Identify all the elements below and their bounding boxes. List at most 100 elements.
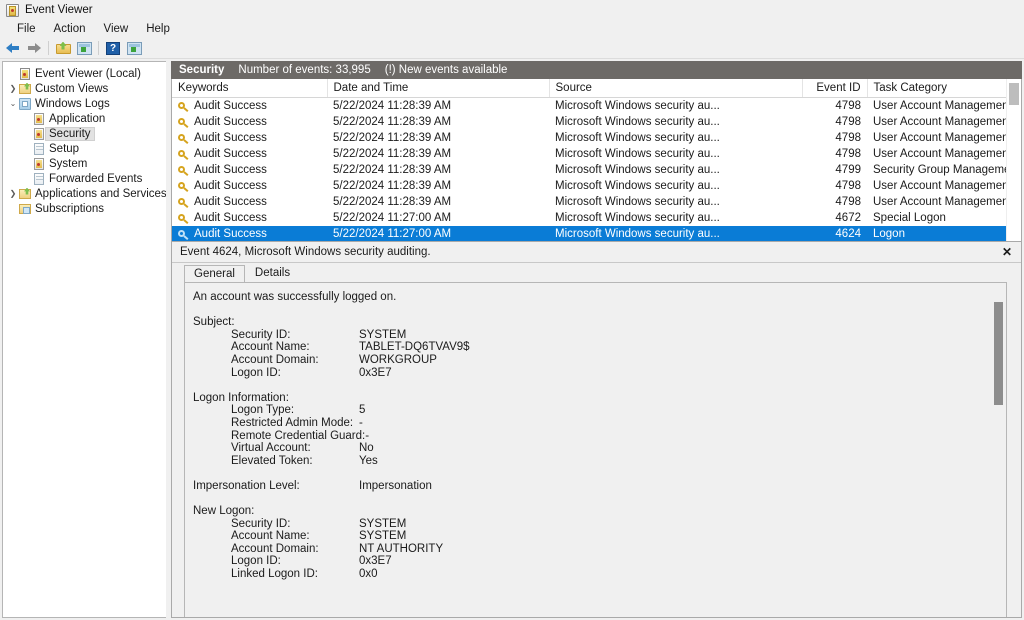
cell-source: Microsoft Windows security au... bbox=[549, 210, 802, 226]
column-header-date-and-time[interactable]: Date and Time bbox=[327, 79, 549, 98]
column-header-source[interactable]: Source bbox=[549, 79, 802, 98]
tab-details[interactable]: Details bbox=[245, 264, 300, 282]
table-row[interactable]: Audit Success 5/22/2024 11:27:00 AM Micr… bbox=[172, 210, 1021, 226]
cell-event-id: 4799 bbox=[802, 162, 867, 178]
cell-datetime: 5/22/2024 11:27:00 AM bbox=[327, 210, 549, 226]
audit-success-key-icon bbox=[178, 165, 189, 175]
field-key: Logon ID: bbox=[231, 367, 359, 380]
toolbar: ? bbox=[0, 38, 1024, 59]
cell-keywords: Audit Success bbox=[172, 130, 327, 146]
field-value: TABLET-DQ6TVAV9$ bbox=[359, 341, 470, 353]
cell-keywords: Audit Success bbox=[172, 194, 327, 210]
sidebar-item-application[interactable]: Application bbox=[3, 111, 166, 126]
cell-event-id: 4798 bbox=[802, 130, 867, 146]
cell-task-category: User Account Management bbox=[867, 178, 1021, 194]
chevron-right-icon[interactable]: ❯ bbox=[7, 189, 19, 198]
table-row[interactable]: Audit Success 5/22/2024 11:28:39 AM Micr… bbox=[172, 114, 1021, 130]
audit-success-key-icon bbox=[178, 213, 189, 223]
log-icon bbox=[33, 128, 46, 140]
cell-datetime: 5/22/2024 11:28:39 AM bbox=[327, 130, 549, 146]
cell-task-category: User Account Management bbox=[867, 98, 1021, 115]
main-split: › Event Viewer (Local) ❯ Custom Views ⌄ … bbox=[0, 59, 1024, 620]
section-title-subject: Subject: bbox=[193, 316, 235, 329]
menu-item-view[interactable]: View bbox=[95, 22, 138, 36]
properties-icon[interactable] bbox=[75, 40, 93, 57]
field-value: 0x0 bbox=[359, 568, 378, 580]
field-value: SYSTEM bbox=[359, 518, 406, 530]
new-events-notice[interactable]: (!) New events available bbox=[385, 64, 508, 76]
event-list: Keywords Date and Time Source Event ID T… bbox=[171, 79, 1022, 242]
scrollbar-thumb[interactable] bbox=[994, 302, 1003, 405]
column-header-task-category[interactable]: Task Category bbox=[867, 79, 1021, 98]
forward-arrow-icon[interactable] bbox=[25, 40, 43, 57]
audit-success-key-icon bbox=[178, 149, 189, 159]
log-name: Security bbox=[179, 64, 224, 76]
show-hide-console-tree-icon[interactable] bbox=[54, 40, 72, 57]
sidebar-item-subscriptions[interactable]: › Subscriptions bbox=[3, 201, 166, 216]
menu-item-action[interactable]: Action bbox=[45, 22, 95, 36]
cell-keywords: Audit Success bbox=[172, 146, 327, 162]
close-icon[interactable]: ✕ bbox=[999, 244, 1015, 260]
sidebar-item-windows-logs[interactable]: ⌄ Windows Logs bbox=[3, 96, 166, 111]
event-viewer-icon bbox=[6, 4, 19, 17]
field-key: Account Name: bbox=[231, 341, 359, 354]
sidebar-item-event-viewer-local[interactable]: › Event Viewer (Local) bbox=[3, 66, 166, 81]
back-arrow-icon[interactable] bbox=[4, 40, 22, 57]
menu-item-help[interactable]: Help bbox=[137, 22, 179, 36]
table-row[interactable]: Audit Success 5/22/2024 11:28:39 AM Micr… bbox=[172, 98, 1021, 115]
subscriptions-icon bbox=[19, 203, 32, 215]
table-row[interactable]: Audit Success 5/22/2024 11:28:39 AM Micr… bbox=[172, 162, 1021, 178]
cell-task-category: Special Logon bbox=[867, 210, 1021, 226]
event-summary: An account was successfully logged on. bbox=[193, 291, 396, 304]
audit-success-key-icon bbox=[178, 133, 189, 143]
sidebar-item-forwarded-events[interactable]: Forwarded Events bbox=[3, 171, 166, 186]
audit-success-key-icon bbox=[178, 181, 189, 191]
help-icon[interactable]: ? bbox=[104, 40, 122, 57]
cell-event-id: 4798 bbox=[802, 114, 867, 130]
scrollbar-thumb[interactable] bbox=[1009, 83, 1019, 105]
event-detail-body: An account was successfully logged on. S… bbox=[184, 282, 1007, 617]
field-key: Account Name: bbox=[231, 530, 359, 543]
table-row[interactable]: Audit Success 5/22/2024 11:28:39 AM Micr… bbox=[172, 178, 1021, 194]
sidebar-item-custom-views[interactable]: ❯ Custom Views bbox=[3, 81, 166, 96]
event-list-scrollbar[interactable] bbox=[1006, 79, 1021, 241]
table-row[interactable]: Audit Success 5/22/2024 11:28:39 AM Micr… bbox=[172, 146, 1021, 162]
chevron-right-icon[interactable]: ❯ bbox=[7, 84, 19, 93]
field-value: SYSTEM bbox=[359, 530, 406, 542]
event-detail-tabs: General Details bbox=[172, 263, 1021, 282]
window-title: Event Viewer bbox=[25, 4, 93, 16]
table-row[interactable]: Audit Success 5/22/2024 11:28:39 AM Micr… bbox=[172, 194, 1021, 210]
sidebar-item-security[interactable]: Security bbox=[3, 126, 166, 141]
audit-success-key-icon bbox=[178, 101, 189, 111]
field-key: Account Domain: bbox=[231, 354, 359, 367]
field-value: 0x3E7 bbox=[359, 367, 392, 379]
section-title-new-logon: New Logon: bbox=[193, 505, 254, 518]
menu-item-file[interactable]: File bbox=[8, 22, 45, 36]
field-value: 5 bbox=[359, 404, 365, 416]
cell-keywords: Audit Success bbox=[172, 162, 327, 178]
cell-event-id: 4798 bbox=[802, 98, 867, 115]
plain-log-icon bbox=[33, 143, 46, 155]
table-row[interactable]: Audit Success 5/22/2024 11:28:39 AM Micr… bbox=[172, 130, 1021, 146]
column-header-keywords[interactable]: Keywords bbox=[172, 79, 327, 98]
column-header-event-id[interactable]: Event ID bbox=[802, 79, 867, 98]
audit-success-key-icon bbox=[178, 229, 189, 239]
sidebar-item-system[interactable]: System bbox=[3, 156, 166, 171]
cell-source: Microsoft Windows security au... bbox=[549, 114, 802, 130]
field-key: Virtual Account: bbox=[231, 442, 359, 455]
plain-log-icon bbox=[33, 173, 46, 185]
cell-task-category: User Account Management bbox=[867, 146, 1021, 162]
results-pane: Security Number of events: 33,995 (!) Ne… bbox=[171, 61, 1022, 618]
table-row[interactable]: Audit Success 5/22/2024 11:27:00 AM Micr… bbox=[172, 226, 1021, 242]
sidebar-item-applications-and-services-logs[interactable]: ❯ Applications and Services Log bbox=[3, 186, 166, 201]
windows-logs-icon bbox=[19, 98, 32, 110]
cell-keywords: Audit Success bbox=[172, 114, 327, 130]
event-table-body: Audit Success 5/22/2024 11:28:39 AM Micr… bbox=[172, 98, 1021, 243]
sidebar-item-setup[interactable]: Setup bbox=[3, 141, 166, 156]
chevron-down-icon[interactable]: ⌄ bbox=[7, 99, 19, 108]
log-icon bbox=[33, 158, 46, 170]
tab-general[interactable]: General bbox=[184, 265, 245, 283]
refresh-view-icon[interactable] bbox=[125, 40, 143, 57]
custom-views-folder-icon bbox=[19, 83, 32, 95]
event-detail-scrollbar[interactable] bbox=[992, 284, 1005, 617]
